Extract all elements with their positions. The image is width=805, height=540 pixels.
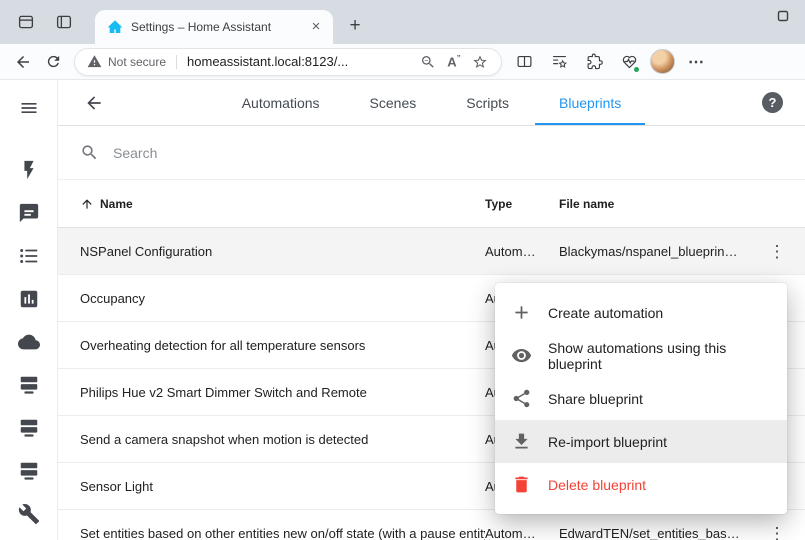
tab-blueprints[interactable]: Blueprints	[535, 80, 645, 125]
row-name: Philips Hue v2 Smart Dimmer Switch and R…	[58, 385, 485, 400]
row-name: Occupancy	[58, 291, 485, 306]
security-status: Not secure	[87, 54, 166, 69]
column-header-type[interactable]: Type	[485, 197, 559, 211]
browser-tab[interactable]: Settings – Home Assistant ×	[95, 10, 333, 44]
menu-item-show-automations[interactable]: Show automations using this blueprint	[495, 334, 787, 377]
sidebar-item-history[interactable]	[0, 277, 57, 320]
security-label: Not secure	[108, 55, 166, 69]
share-icon	[511, 388, 532, 409]
back-button[interactable]	[8, 47, 38, 77]
row-name: Sensor Light	[58, 479, 485, 494]
help-icon[interactable]: ?	[762, 92, 783, 113]
sidebar-menu-button[interactable]	[19, 94, 39, 122]
plus-icon	[511, 302, 532, 323]
tab-actions-icon[interactable]	[50, 8, 78, 36]
tab-scenes[interactable]: Scenes	[346, 80, 441, 125]
browser-essentials-icon[interactable]	[615, 47, 643, 77]
menu-item-create-automation[interactable]: Create automation	[495, 291, 787, 334]
home-assistant-favicon	[107, 19, 123, 35]
row-name: NSPanel Configuration	[58, 244, 485, 259]
sidebar-item-integration-2[interactable]	[0, 406, 57, 449]
row-menu-icon[interactable]: ⋮	[763, 237, 791, 265]
search-bar	[58, 126, 805, 180]
table-row[interactable]: Set entities based on other entities new…	[58, 510, 805, 540]
workspaces-icon[interactable]	[12, 8, 40, 36]
warning-icon	[87, 54, 102, 69]
browser-window: Settings – Home Assistant × + Not secure…	[0, 0, 805, 540]
tab-automations[interactable]: Automations	[218, 80, 344, 125]
sidebar-item-cloud[interactable]	[0, 320, 57, 363]
row-type: Autom…	[485, 526, 559, 540]
list-icon	[18, 245, 40, 267]
menu-item-reimport-blueprint[interactable]: Re-import blueprint	[495, 420, 787, 463]
zoom-out-icon[interactable]	[415, 49, 441, 75]
row-name: Overheating detection for all temperatur…	[58, 338, 485, 353]
sidebar-item-energy[interactable]	[0, 148, 57, 191]
server-icon	[18, 417, 40, 439]
extensions-icon[interactable]	[580, 47, 608, 77]
chat-icon	[18, 202, 40, 224]
sidebar-item-todo[interactable]	[0, 234, 57, 277]
search-input[interactable]	[111, 144, 783, 162]
browser-titlebar: Settings – Home Assistant × +	[0, 0, 805, 44]
tab-close-icon[interactable]: ×	[307, 18, 325, 36]
row-file: EdwardTEN/set_entities_bas…	[559, 526, 749, 540]
column-header-file[interactable]: File name	[559, 197, 749, 211]
menu-item-delete-blueprint[interactable]: Delete blueprint	[495, 463, 787, 506]
more-menu-icon[interactable]: ⋯	[682, 47, 710, 77]
flash-icon	[18, 159, 40, 181]
favorite-star-icon[interactable]	[467, 49, 493, 75]
address-bar[interactable]: Not secure homeassistant.local:8123/... …	[74, 48, 502, 76]
profile-avatar[interactable]	[650, 49, 675, 74]
sidebar-item-logbook[interactable]	[0, 191, 57, 234]
sort-ascending-icon	[80, 197, 94, 211]
eye-icon	[511, 345, 532, 366]
page-header: Automations Scenes Scripts Blueprints ?	[58, 80, 805, 126]
column-header-name[interactable]: Name	[58, 197, 485, 211]
row-menu-icon[interactable]: ⋮	[763, 519, 791, 540]
address-url: homeassistant.local:8123/...	[187, 54, 415, 69]
page-tabs: Automations Scenes Scripts Blueprints	[58, 80, 805, 125]
address-divider	[176, 55, 177, 69]
sidebar-item-integration-1[interactable]	[0, 363, 57, 406]
row-type: Autom…	[485, 244, 559, 259]
import-icon	[511, 431, 532, 452]
essentials-status-dot	[633, 66, 640, 73]
sidebar-item-integration-3[interactable]	[0, 449, 57, 492]
split-screen-icon[interactable]	[510, 47, 538, 77]
row-file: Blackymas/nspanel_blueprin…	[559, 244, 749, 259]
server-icon	[18, 374, 40, 396]
browser-navbar: Not secure homeassistant.local:8123/... …	[0, 44, 805, 80]
tab-title: Settings – Home Assistant	[131, 20, 307, 34]
search-icon	[80, 143, 99, 162]
cloud-icon	[18, 331, 40, 353]
delete-icon	[511, 474, 532, 495]
maximize-window-icon[interactable]	[777, 10, 789, 22]
text-size-icon[interactable]: A”	[441, 49, 467, 75]
wrench-icon	[18, 503, 40, 525]
refresh-button[interactable]	[38, 47, 68, 77]
sidebar-item-developer-tools[interactable]	[0, 492, 57, 535]
sidebar	[0, 80, 58, 540]
row-name: Set entities based on other entities new…	[58, 526, 485, 540]
tab-scripts[interactable]: Scripts	[442, 80, 533, 125]
row-name: Send a camera snapshot when motion is de…	[58, 432, 485, 447]
new-tab-button[interactable]: +	[342, 13, 368, 39]
favorites-icon[interactable]	[545, 47, 573, 77]
table-row[interactable]: NSPanel Configuration Autom… Blackymas/n…	[58, 228, 805, 275]
page-back-button[interactable]	[76, 85, 112, 121]
menu-item-share-blueprint[interactable]: Share blueprint	[495, 377, 787, 420]
server-icon	[18, 460, 40, 482]
table-header: Name Type File name	[58, 180, 805, 228]
blueprint-context-menu: Create automation Show automations using…	[495, 283, 787, 514]
chart-icon	[18, 288, 40, 310]
